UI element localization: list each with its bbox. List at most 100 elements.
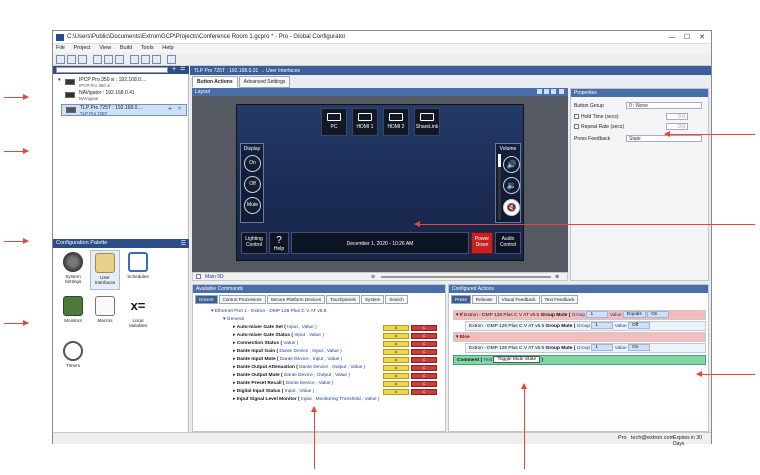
repeat-rate-input[interactable]: 0.0 xyxy=(666,123,688,130)
tab-press[interactable]: Press xyxy=(451,295,471,304)
hold-time-input[interactable]: 0.0 xyxy=(666,113,688,120)
add-icon[interactable]: + xyxy=(168,106,172,113)
source-button-hdmi2[interactable]: HDMI 2 xyxy=(383,108,409,136)
tab-touchpanels[interactable]: Touchpanels xyxy=(326,295,360,304)
upload-icon[interactable] xyxy=(115,55,124,64)
palette-system-settings[interactable]: System Settings xyxy=(58,252,88,292)
new-project-icon[interactable] xyxy=(56,55,65,64)
layout-icon[interactable] xyxy=(130,55,139,64)
filter-icon[interactable]: ▿ xyxy=(178,106,181,113)
tree-search-input[interactable] xyxy=(56,67,168,73)
action-row[interactable]: Extron - DMP 128 Plus C V AT v6.5 Group … xyxy=(465,343,706,353)
comment-text-input[interactable]: Toggle Mute State xyxy=(493,356,541,364)
collapse-icon[interactable]: ▾ xyxy=(58,78,61,83)
command-row[interactable]: ▸ Input Signal Level Monitor ( Input , M… xyxy=(197,396,443,404)
tree-menu-icon[interactable]: ☰ xyxy=(180,66,185,73)
maximize-button[interactable]: ☐ xyxy=(680,33,694,42)
command-row[interactable]: ▸ Connection Status ( Value ) A C xyxy=(197,340,443,348)
zoom-in-icon[interactable]: ⊕ xyxy=(555,274,559,280)
display-mute-button[interactable]: Mute xyxy=(244,197,261,214)
lighting-control-button[interactable]: Lighting Control xyxy=(241,232,267,254)
hold-time-checkbox[interactable] xyxy=(574,114,579,120)
tab-button-actions[interactable]: Button Actions xyxy=(192,76,238,88)
tab-secure-platform-devices[interactable]: Secure Platform Devices xyxy=(266,295,326,304)
compare-value-field[interactable]: On xyxy=(647,311,670,319)
settings-icon[interactable] xyxy=(152,55,161,64)
source-button-sharelink[interactable]: ShareLink xyxy=(414,108,440,136)
group-value-field[interactable]: 1 xyxy=(586,311,609,319)
grid-icon[interactable] xyxy=(141,55,150,64)
menu-project[interactable]: Project xyxy=(74,45,91,51)
audio-control-button[interactable]: Audio Control xyxy=(495,232,521,254)
if-condition-row[interactable]: ▾ If Extron - DMP 128 Plus C V AT v6.5 G… xyxy=(453,310,706,320)
tab-drivers[interactable]: Drivers xyxy=(195,295,218,304)
help-button[interactable]: ? Help xyxy=(269,232,289,254)
command-row[interactable]: ▸ Dante Output Mute ( Dante Device , Out… xyxy=(197,372,443,380)
port-node[interactable]: ▾ Ethernet Port 1 - Extron - DMP 128 Plu… xyxy=(211,308,457,316)
layout-canvas[interactable]: PC HDMI 1 HDMI 2 ShareLink Display On Of… xyxy=(192,96,568,272)
zoom-out-icon[interactable]: ⊖ xyxy=(371,274,375,280)
value-field[interactable]: On xyxy=(628,344,651,352)
minimize-button[interactable]: — xyxy=(665,33,679,42)
operator-field[interactable]: Equals xyxy=(623,311,646,319)
tab-system[interactable]: System xyxy=(360,295,385,304)
palette-user-interfaces[interactable]: User Interfaces xyxy=(90,250,120,290)
menu-build[interactable]: Build xyxy=(120,45,132,51)
tab-text-feedback[interactable]: Text Feedback xyxy=(540,295,579,304)
open-project-icon[interactable] xyxy=(67,55,76,64)
else-row[interactable]: ▾ Else xyxy=(453,332,706,342)
volume-down-icon[interactable]: 🔉 xyxy=(503,177,520,194)
command-row[interactable]: ▸ Dante Preset Recall ( Dante Device , V… xyxy=(197,380,443,388)
page-selector[interactable]: Main 5D xyxy=(205,274,224,280)
device-icon[interactable] xyxy=(167,55,176,64)
zoom-fit-icon[interactable] xyxy=(537,89,542,94)
tree-item-navigator[interactable]: NAVigator : 192.168.0.41 NAVigator xyxy=(61,91,187,101)
page-checkbox[interactable] xyxy=(196,274,201,279)
tab-release[interactable]: Release xyxy=(471,295,497,304)
close-button[interactable]: ✕ xyxy=(695,33,709,42)
grid-toggle-icon[interactable] xyxy=(544,89,549,94)
palette-timers[interactable]: Timers xyxy=(58,341,88,381)
menu-help[interactable]: Help xyxy=(162,45,173,51)
tree-item-ipcp[interactable]: ▾ IPCP Pro 350 xi : 192.168.0.... IPCP P… xyxy=(57,78,187,89)
general-node[interactable]: ▾ General xyxy=(223,316,469,324)
group-value-field[interactable]: 1 xyxy=(591,344,614,352)
tab-control-processors[interactable]: Control Processors xyxy=(218,295,266,304)
palette-menu-icon[interactable]: ☰ xyxy=(181,240,186,247)
repeat-rate-checkbox[interactable] xyxy=(574,124,579,130)
volume-mute-icon[interactable]: 🔇 xyxy=(503,199,520,216)
volume-up-icon[interactable]: 🔊 xyxy=(503,156,520,173)
snap-icon[interactable] xyxy=(551,89,556,94)
command-row[interactable]: ▸ Digital Input Status ( Input , Value )… xyxy=(197,388,443,396)
command-row[interactable]: ▸ Auto-mixer Gate Set ( Input , Value ) A… xyxy=(197,324,443,332)
tab-advanced-settings[interactable]: Advanced Settings xyxy=(238,76,291,88)
add-device-icon[interactable]: + xyxy=(172,66,176,73)
tab-visual-feedback[interactable]: Visual Feedback xyxy=(497,295,540,304)
action-row[interactable]: Extron - DMP 128 Plus C V AT v6.5 Group … xyxy=(465,321,706,331)
command-row[interactable]: ▸ Dante Output Attenuation ( Dante Devic… xyxy=(197,364,443,372)
comment-row[interactable]: Comment ( Text Toggle Mute State ) xyxy=(453,355,706,365)
palette-macros[interactable]: Macros xyxy=(90,296,120,336)
tab-search[interactable]: Search xyxy=(385,295,408,304)
connect-icon[interactable] xyxy=(104,55,113,64)
palette-schedules[interactable]: Schedules xyxy=(123,252,153,292)
build-icon[interactable] xyxy=(93,55,102,64)
palette-monitors[interactable]: Monitors xyxy=(58,296,88,336)
palette-local-variables[interactable]: x= Local Variables xyxy=(123,296,153,336)
display-off-button[interactable]: Off xyxy=(244,176,261,193)
tree-item-tlp[interactable]: TLP Pro 725T : 192.168.0.... TLP Pro 725… xyxy=(61,104,187,116)
command-row[interactable]: ▸ Auto-mixer Gate Status ( Input , Value… xyxy=(197,332,443,340)
group-value-field[interactable]: 1 xyxy=(591,322,614,330)
zoom-slider[interactable] xyxy=(381,276,551,278)
command-row[interactable]: ▸ Dante Input Gain ( Dante Device , Inpu… xyxy=(197,348,443,356)
menu-tools[interactable]: Tools xyxy=(141,45,154,51)
power-down-button[interactable]: Power Down xyxy=(471,232,493,254)
menu-view[interactable]: View xyxy=(99,45,111,51)
source-button-pc[interactable]: PC xyxy=(321,108,347,136)
save-icon[interactable] xyxy=(78,55,87,64)
menu-file[interactable]: File xyxy=(56,45,65,51)
source-button-hdmi1[interactable]: HDMI 1 xyxy=(352,108,378,136)
command-row[interactable]: ▸ Dante Input Mute ( Dante Device , Inpu… xyxy=(197,356,443,364)
button-group-select[interactable]: 0 : None xyxy=(626,102,702,109)
value-field[interactable]: Off xyxy=(628,322,651,330)
